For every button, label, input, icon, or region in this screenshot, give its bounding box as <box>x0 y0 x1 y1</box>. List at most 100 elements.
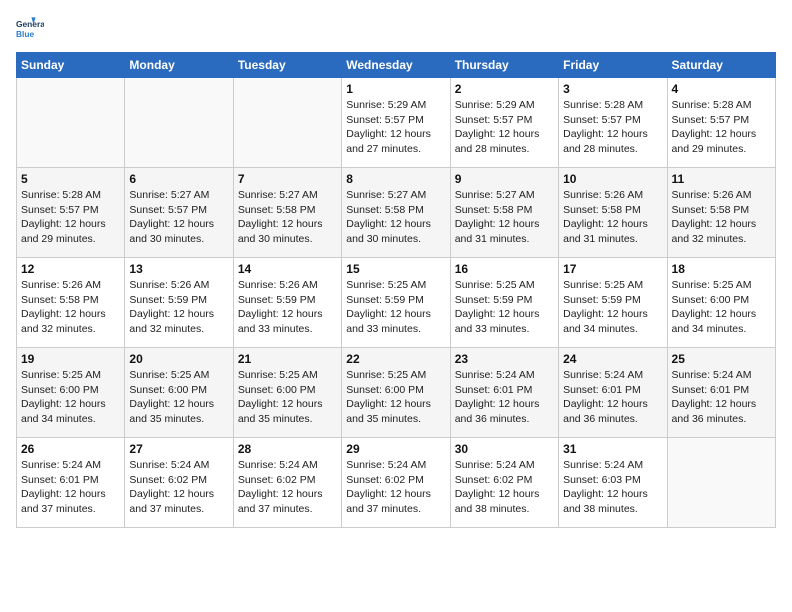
calendar-cell: 8Sunrise: 5:27 AMSunset: 5:58 PMDaylight… <box>342 168 450 258</box>
col-header-thursday: Thursday <box>450 53 558 78</box>
calendar-cell: 23 Sunrise: 5:24 AMSunset: 6:01 PMDayligh… <box>450 348 558 438</box>
day-info: Sunrise: 5:24 AMSunset: 6:02 PMDaylight:… <box>455 458 554 517</box>
day-info: Sunrise: 5:28 AMSunset: 5:57 PMDaylight:… <box>21 188 120 247</box>
day-info: Sunrise: 5:25 AMSunset: 5:59 PMDaylight:… <box>455 278 554 337</box>
day-number: 3 <box>563 82 662 96</box>
day-number: 11 <box>672 172 771 186</box>
day-info: Sunrise: 5:27 AMSunset: 5:58 PMDaylight:… <box>455 188 554 247</box>
calendar-cell: 14 Sunrise: 5:26 AMSunset: 5:59 PMDayligh… <box>233 258 341 348</box>
calendar-cell: 21 Sunrise: 5:25 AMSunset: 6:00 PMDayligh… <box>233 348 341 438</box>
calendar-cell <box>125 78 233 168</box>
day-number: 30 <box>455 442 554 456</box>
calendar-cell: 15 Sunrise: 5:25 AMSunset: 5:59 PMDayligh… <box>342 258 450 348</box>
calendar-row: 1 Sunrise: 5:29 AMSunset: 5:57 PMDaylight… <box>17 78 776 168</box>
calendar-row: 19 Sunrise: 5:25 AMSunset: 6:00 PMDayligh… <box>17 348 776 438</box>
day-number: 6 <box>129 172 228 186</box>
day-info: Sunrise: 5:27 AMSunset: 5:57 PMDaylight:… <box>129 188 228 247</box>
day-number: 13 <box>129 262 228 276</box>
day-number: 22 <box>346 352 445 366</box>
calendar-cell: 4 Sunrise: 5:28 AMSunset: 5:57 PMDaylight… <box>667 78 775 168</box>
day-number: 21 <box>238 352 337 366</box>
day-info: Sunrise: 5:26 AMSunset: 5:59 PMDaylight:… <box>238 278 337 337</box>
day-number: 1 <box>346 82 445 96</box>
day-number: 9 <box>455 172 554 186</box>
col-header-wednesday: Wednesday <box>342 53 450 78</box>
calendar-cell: 29 Sunrise: 5:24 AMSunset: 6:02 PMDayligh… <box>342 438 450 528</box>
day-number: 4 <box>672 82 771 96</box>
calendar-cell: 19 Sunrise: 5:25 AMSunset: 6:00 PMDayligh… <box>17 348 125 438</box>
header-row: SundayMondayTuesdayWednesdayThursdayFrid… <box>17 53 776 78</box>
day-number: 29 <box>346 442 445 456</box>
day-number: 8 <box>346 172 445 186</box>
day-info: Sunrise: 5:25 AMSunset: 6:00 PMDaylight:… <box>129 368 228 427</box>
day-info: Sunrise: 5:28 AMSunset: 5:57 PMDaylight:… <box>672 98 771 157</box>
day-info: Sunrise: 5:26 AMSunset: 5:58 PMDaylight:… <box>672 188 771 247</box>
calendar-cell <box>17 78 125 168</box>
day-number: 12 <box>21 262 120 276</box>
day-number: 24 <box>563 352 662 366</box>
calendar-cell: 31Sunrise: 5:24 AMSunset: 6:03 PMDayligh… <box>559 438 667 528</box>
calendar-cell <box>233 78 341 168</box>
day-number: 14 <box>238 262 337 276</box>
col-header-tuesday: Tuesday <box>233 53 341 78</box>
day-info: Sunrise: 5:24 AMSunset: 6:02 PMDaylight:… <box>346 458 445 517</box>
logo: GeneralBlue <box>16 16 44 44</box>
day-number: 18 <box>672 262 771 276</box>
logo-icon: GeneralBlue <box>16 16 44 44</box>
calendar-cell: 20 Sunrise: 5:25 AMSunset: 6:00 PMDayligh… <box>125 348 233 438</box>
calendar-cell: 16 Sunrise: 5:25 AMSunset: 5:59 PMDayligh… <box>450 258 558 348</box>
calendar-cell: 28Sunrise: 5:24 AMSunset: 6:02 PMDayligh… <box>233 438 341 528</box>
day-info: Sunrise: 5:26 AMSunset: 5:59 PMDaylight:… <box>129 278 228 337</box>
col-header-saturday: Saturday <box>667 53 775 78</box>
col-header-friday: Friday <box>559 53 667 78</box>
calendar-cell: 13 Sunrise: 5:26 AMSunset: 5:59 PMDayligh… <box>125 258 233 348</box>
day-info: Sunrise: 5:28 AMSunset: 5:57 PMDaylight:… <box>563 98 662 157</box>
calendar-table: SundayMondayTuesdayWednesdayThursdayFrid… <box>16 52 776 528</box>
calendar-cell: 6 Sunrise: 5:27 AMSunset: 5:57 PMDaylight… <box>125 168 233 258</box>
day-number: 15 <box>346 262 445 276</box>
calendar-cell: 25 Sunrise: 5:24 AMSunset: 6:01 PMDayligh… <box>667 348 775 438</box>
calendar-cell <box>667 438 775 528</box>
day-info: Sunrise: 5:25 AMSunset: 5:59 PMDaylight:… <box>563 278 662 337</box>
calendar-cell: 12 Sunrise: 5:26 AMSunset: 5:58 PMDayligh… <box>17 258 125 348</box>
calendar-row: 5Sunrise: 5:28 AMSunset: 5:57 PMDaylight… <box>17 168 776 258</box>
day-info: Sunrise: 5:24 AMSunset: 6:01 PMDaylight:… <box>21 458 120 517</box>
calendar-row: 26Sunrise: 5:24 AMSunset: 6:01 PMDayligh… <box>17 438 776 528</box>
day-info: Sunrise: 5:25 AMSunset: 6:00 PMDaylight:… <box>672 278 771 337</box>
svg-text:General: General <box>16 19 44 29</box>
day-info: Sunrise: 5:24 AMSunset: 6:01 PMDaylight:… <box>455 368 554 427</box>
day-info: Sunrise: 5:24 AMSunset: 6:02 PMDaylight:… <box>129 458 228 517</box>
calendar-cell: 1Sunrise: 5:29 AMSunset: 5:57 PMDaylight… <box>342 78 450 168</box>
day-info: Sunrise: 5:26 AMSunset: 5:58 PMDaylight:… <box>563 188 662 247</box>
calendar-cell: 5Sunrise: 5:28 AMSunset: 5:57 PMDaylight… <box>17 168 125 258</box>
day-info: Sunrise: 5:25 AMSunset: 6:00 PMDaylight:… <box>21 368 120 427</box>
day-info: Sunrise: 5:29 AMSunset: 5:57 PMDaylight:… <box>455 98 554 157</box>
calendar-cell: 30 Sunrise: 5:24 AMSunset: 6:02 PMDayligh… <box>450 438 558 528</box>
day-number: 16 <box>455 262 554 276</box>
day-info: Sunrise: 5:26 AMSunset: 5:58 PMDaylight:… <box>21 278 120 337</box>
day-number: 19 <box>21 352 120 366</box>
day-info: Sunrise: 5:25 AMSunset: 6:00 PMDaylight:… <box>238 368 337 427</box>
day-info: Sunrise: 5:25 AMSunset: 5:59 PMDaylight:… <box>346 278 445 337</box>
svg-text:Blue: Blue <box>16 29 34 39</box>
day-number: 20 <box>129 352 228 366</box>
calendar-cell: 7Sunrise: 5:27 AMSunset: 5:58 PMDaylight… <box>233 168 341 258</box>
day-info: Sunrise: 5:25 AMSunset: 6:00 PMDaylight:… <box>346 368 445 427</box>
calendar-cell: 27Sunrise: 5:24 AMSunset: 6:02 PMDayligh… <box>125 438 233 528</box>
calendar-cell: 24 Sunrise: 5:24 AMSunset: 6:01 PMDayligh… <box>559 348 667 438</box>
day-number: 23 <box>455 352 554 366</box>
calendar-row: 12 Sunrise: 5:26 AMSunset: 5:58 PMDayligh… <box>17 258 776 348</box>
calendar-cell: 2Sunrise: 5:29 AMSunset: 5:57 PMDaylight… <box>450 78 558 168</box>
day-number: 25 <box>672 352 771 366</box>
calendar-cell: 26Sunrise: 5:24 AMSunset: 6:01 PMDayligh… <box>17 438 125 528</box>
calendar-cell: 10Sunrise: 5:26 AMSunset: 5:58 PMDayligh… <box>559 168 667 258</box>
calendar-cell: 22 Sunrise: 5:25 AMSunset: 6:00 PMDayligh… <box>342 348 450 438</box>
day-info: Sunrise: 5:24 AMSunset: 6:03 PMDaylight:… <box>563 458 662 517</box>
day-info: Sunrise: 5:24 AMSunset: 6:01 PMDaylight:… <box>563 368 662 427</box>
day-info: Sunrise: 5:27 AMSunset: 5:58 PMDaylight:… <box>238 188 337 247</box>
day-number: 17 <box>563 262 662 276</box>
col-header-sunday: Sunday <box>17 53 125 78</box>
day-info: Sunrise: 5:24 AMSunset: 6:02 PMDaylight:… <box>238 458 337 517</box>
calendar-cell: 3 Sunrise: 5:28 AMSunset: 5:57 PMDaylight… <box>559 78 667 168</box>
day-info: Sunrise: 5:24 AMSunset: 6:01 PMDaylight:… <box>672 368 771 427</box>
